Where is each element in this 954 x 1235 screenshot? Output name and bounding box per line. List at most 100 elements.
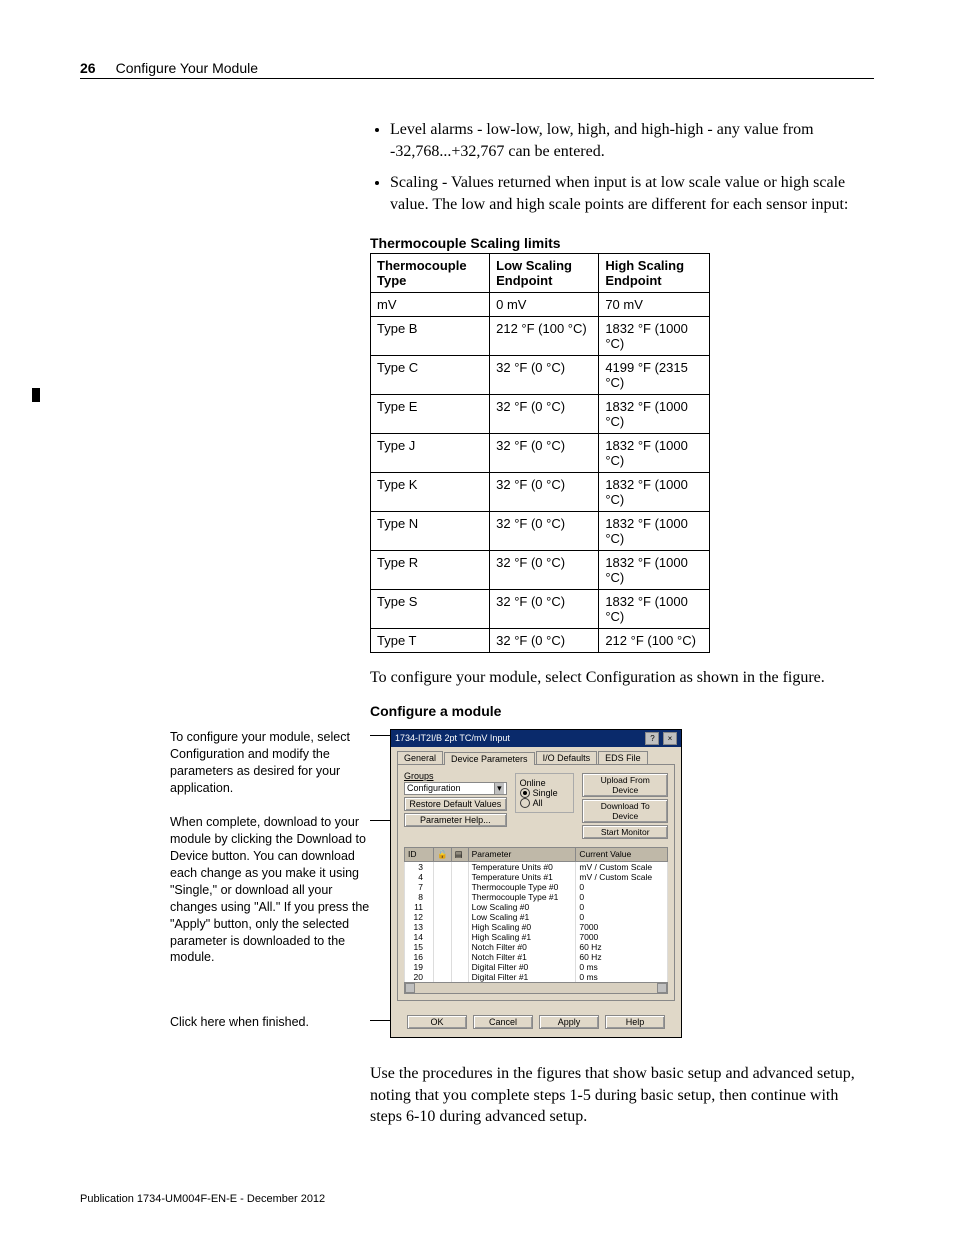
table-cell: 1832 °F (1000 °C) (599, 395, 710, 434)
param-cell: 0 (576, 882, 668, 892)
body-text: Use the procedures in the figures that s… (370, 1063, 874, 1128)
online-label: Online (520, 778, 570, 788)
param-row[interactable]: 7Thermocouple Type #00 (405, 882, 668, 892)
table-cell: 1832 °F (1000 °C) (599, 551, 710, 590)
table-row: Type B212 °F (100 °C)1832 °F (1000 °C) (371, 317, 710, 356)
body-text: To configure your module, select Configu… (370, 667, 874, 689)
param-row[interactable]: 15 Notch Filter #060 Hz (405, 942, 668, 952)
param-cell: 7000 (576, 922, 668, 932)
param-header: Current Value (576, 847, 668, 861)
table-row: Type N32 °F (0 °C)1832 °F (1000 °C) (371, 512, 710, 551)
param-cell (451, 922, 468, 932)
table-cell: 1832 °F (1000 °C) (599, 473, 710, 512)
param-cell: 12 (405, 912, 434, 922)
param-cell: 15 (405, 942, 434, 952)
param-cell: mV / Custom Scale (576, 872, 668, 882)
param-row[interactable]: 4Temperature Units #1mV / Custom Scale (405, 872, 668, 882)
param-cell (434, 882, 452, 892)
table-row: Type J32 °F (0 °C)1832 °F (1000 °C) (371, 434, 710, 473)
param-header: Parameter (468, 847, 576, 861)
param-cell: 20 (405, 972, 434, 982)
param-row[interactable]: 8Thermocouple Type #10 (405, 892, 668, 902)
download-to-device-button[interactable]: Download To Device (582, 799, 668, 823)
tab-io-defaults[interactable]: I/O Defaults (536, 751, 598, 764)
parameter-table: ID 🔒 ▤ Parameter Current Value 3Temperat… (404, 847, 668, 982)
param-cell (451, 972, 468, 982)
param-cell (451, 902, 468, 912)
table-row: Type K32 °F (0 °C)1832 °F (1000 °C) (371, 473, 710, 512)
table-cell: Type E (371, 395, 490, 434)
parameter-help-button[interactable]: Parameter Help... (404, 813, 507, 827)
page-number: 26 (80, 60, 96, 76)
table-cell: 4199 °F (2315 °C) (599, 356, 710, 395)
tab-device-parameters[interactable]: Device Parameters (444, 752, 535, 765)
param-cell: Notch Filter #1 (468, 952, 576, 962)
groups-combo[interactable]: Configuration ▾ (404, 782, 507, 795)
param-header-doc-icon: ▤ (451, 847, 468, 861)
param-row[interactable]: 14High Scaling #17000 (405, 932, 668, 942)
table-row: Type R32 °F (0 °C)1832 °F (1000 °C) (371, 551, 710, 590)
param-cell: 3 (405, 861, 434, 872)
tab-general[interactable]: General (397, 751, 443, 764)
radio-all[interactable]: All (520, 798, 570, 808)
upload-from-device-button[interactable]: Upload From Device (582, 773, 668, 797)
chevron-down-icon: ▾ (494, 783, 504, 794)
dialog-titlebar: 1734-IT2I/B 2pt TC/mV Input ? × (391, 730, 681, 747)
param-header: ID (405, 847, 434, 861)
param-cell (434, 972, 452, 982)
table-cell: 32 °F (0 °C) (490, 434, 599, 473)
table-row: Type C32 °F (0 °C)4199 °F (2315 °C) (371, 356, 710, 395)
param-cell: Notch Filter #0 (468, 942, 576, 952)
ok-button[interactable]: OK (407, 1015, 467, 1029)
callout-note: Click here when finished. (170, 1014, 370, 1031)
table-cell: 32 °F (0 °C) (490, 512, 599, 551)
param-row[interactable]: 11Low Scaling #00 (405, 902, 668, 912)
param-row[interactable]: 20Digital Filter #10 ms (405, 972, 668, 982)
table-cell: Type R (371, 551, 490, 590)
close-icon[interactable]: × (663, 732, 677, 745)
param-row[interactable]: 3Temperature Units #0mV / Custom Scale (405, 861, 668, 872)
param-cell (451, 942, 468, 952)
footer-publication: Publication 1734-UM004F-EN-E - December … (80, 1193, 325, 1205)
param-row[interactable]: 13High Scaling #07000 (405, 922, 668, 932)
horizontal-scrollbar[interactable] (404, 982, 668, 994)
page-header: 26 Configure Your Module (80, 60, 874, 79)
param-cell (451, 962, 468, 972)
callout-note: To configure your module, select Configu… (170, 729, 370, 797)
param-cell: Thermocouple Type #1 (468, 892, 576, 902)
param-row[interactable]: 12Low Scaling #10 (405, 912, 668, 922)
param-row[interactable]: 19Digital Filter #00 ms (405, 962, 668, 972)
param-cell: 7 (405, 882, 434, 892)
table-cell: 32 °F (0 °C) (490, 395, 599, 434)
start-monitor-button[interactable]: Start Monitor (582, 825, 668, 839)
param-cell: 11 (405, 902, 434, 912)
param-cell (451, 952, 468, 962)
help-button[interactable]: Help (605, 1015, 665, 1029)
table-cell: 1832 °F (1000 °C) (599, 590, 710, 629)
table-header: Thermocouple Type (371, 254, 490, 293)
bullet-list: Level alarms - low-low, low, high, and h… (370, 119, 874, 215)
param-cell: 60 Hz (576, 942, 668, 952)
param-cell (451, 861, 468, 872)
param-row[interactable]: 16Notch Filter #160 Hz (405, 952, 668, 962)
param-cell (451, 932, 468, 942)
table-cell: 1832 °F (1000 °C) (599, 512, 710, 551)
radio-single[interactable]: Single (520, 788, 570, 798)
param-cell: 0 (576, 892, 668, 902)
apply-button[interactable]: Apply (539, 1015, 599, 1029)
cancel-button[interactable]: Cancel (473, 1015, 533, 1029)
config-dialog: 1734-IT2I/B 2pt TC/mV Input ? × General … (390, 729, 682, 1038)
header-title: Configure Your Module (116, 60, 258, 76)
table-cell: 1832 °F (1000 °C) (599, 434, 710, 473)
table-cell: 70 mV (599, 293, 710, 317)
bullet-item: Level alarms - low-low, low, high, and h… (390, 119, 874, 162)
help-icon[interactable]: ? (645, 732, 659, 745)
param-cell: Temperature Units #1 (468, 872, 576, 882)
param-cell: Digital Filter #0 (468, 962, 576, 972)
table-cell: 32 °F (0 °C) (490, 356, 599, 395)
restore-defaults-button[interactable]: Restore Default Values (404, 797, 507, 811)
param-cell (434, 942, 452, 952)
figure-title: Configure a module (370, 703, 874, 719)
dialog-title: 1734-IT2I/B 2pt TC/mV Input (395, 733, 510, 743)
tab-eds-file[interactable]: EDS File (598, 751, 648, 764)
